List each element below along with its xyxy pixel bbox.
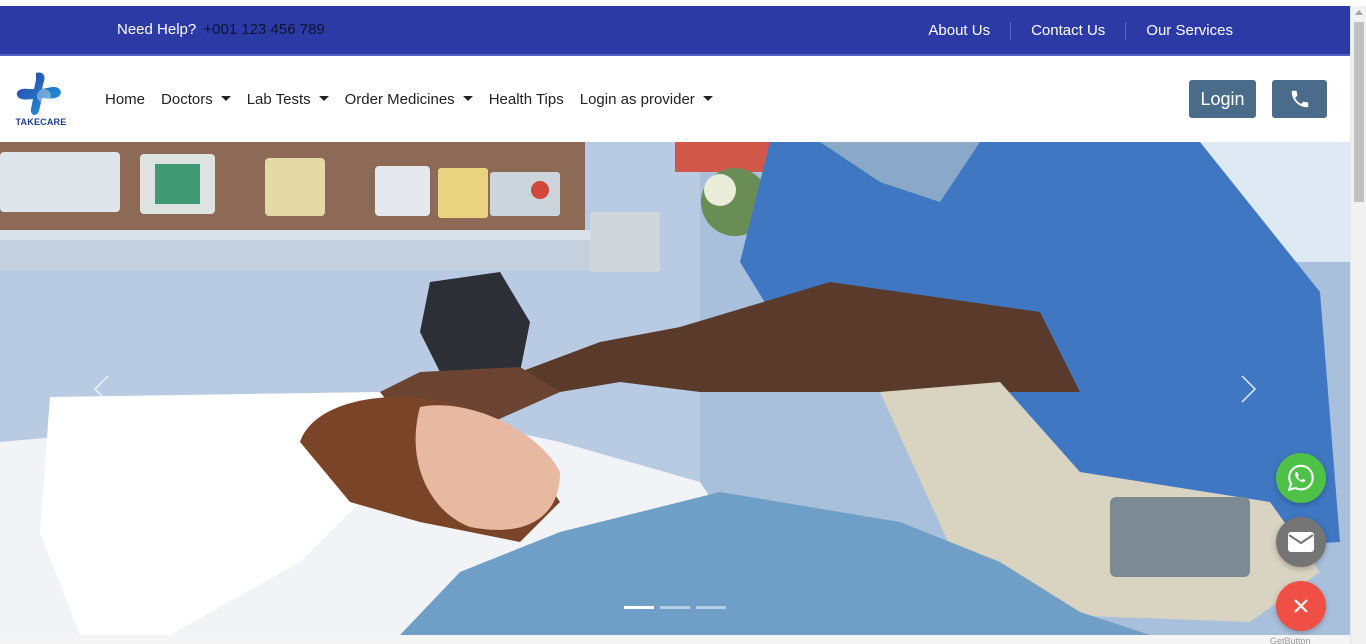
carousel-indicators — [624, 606, 732, 609]
nav-lab-tests-label: Lab Tests — [246, 91, 311, 108]
carousel-indicator-3[interactable] — [696, 606, 726, 609]
logo-cross-icon — [16, 72, 61, 115]
email-button[interactable] — [1276, 517, 1326, 567]
brand-name: TAKECARE — [15, 117, 67, 127]
about-us-link[interactable]: About Us — [908, 22, 1010, 40]
nav-home-label: Home — [105, 91, 146, 108]
nav-health-tips[interactable]: Health Tips — [489, 91, 564, 108]
nav-lab-tests[interactable]: Lab Tests — [247, 91, 329, 108]
primary-nav: Home Doctors Lab Tests Order Medicines H… — [105, 91, 729, 108]
phone-icon — [1291, 90, 1308, 108]
carousel-next-arrow-icon[interactable] — [1240, 374, 1258, 404]
getbutton-credit[interactable]: GetButton — [1270, 636, 1311, 644]
top-links: About Us Contact Us Our Services — [908, 22, 1233, 40]
call-button[interactable] — [1272, 80, 1327, 118]
close-floating-menu-button[interactable] — [1276, 581, 1326, 631]
nav-health-tips-label: Health Tips — [488, 91, 564, 108]
carousel-indicator-1[interactable] — [624, 606, 654, 609]
nav-order-medicines[interactable]: Order Medicines — [345, 91, 473, 108]
need-help-label: Need Help? — [117, 21, 197, 38]
nav-login-as-provider-label: Login as provider — [579, 91, 695, 108]
our-services-link[interactable]: Our Services — [1125, 22, 1233, 40]
page: Need Help? +001 123 456 789 About Us Con… — [0, 0, 1366, 644]
nav-order-medicines-label: Order Medicines — [344, 91, 455, 108]
need-help: Need Help? +001 123 456 789 — [117, 21, 325, 38]
scroll-up-arrow-icon[interactable] — [1355, 10, 1363, 15]
bottom-strip — [0, 635, 1350, 644]
top-info-bar: Need Help? +001 123 456 789 About Us Con… — [0, 6, 1350, 56]
carousel-prev-arrow-icon[interactable] — [92, 374, 110, 404]
caret-down-icon — [318, 96, 329, 101]
nav-doctors[interactable]: Doctors — [161, 91, 231, 108]
carousel-indicator-2[interactable] — [660, 606, 690, 609]
caret-down-icon — [702, 96, 713, 101]
main-navbar: TAKECARE Home Doctors Lab Tests Order Me… — [0, 56, 1350, 142]
caret-down-icon — [462, 96, 473, 101]
help-phone-number[interactable]: +001 123 456 789 — [203, 21, 324, 38]
nav-doctors-label: Doctors — [161, 91, 213, 108]
caret-down-icon — [220, 96, 231, 101]
nav-login-as-provider[interactable]: Login as provider — [580, 91, 713, 108]
mail-icon — [1288, 532, 1314, 552]
whatsapp-icon — [1287, 464, 1314, 492]
hero-slide-image — [0, 142, 1350, 635]
scroll-thumb[interactable] — [1354, 22, 1364, 202]
close-icon — [1294, 599, 1308, 613]
nav-home[interactable]: Home — [105, 91, 145, 108]
login-button[interactable]: Login — [1189, 80, 1256, 118]
hero-carousel — [0, 142, 1350, 635]
contact-us-link[interactable]: Contact Us — [1010, 22, 1125, 40]
takecare-logo[interactable]: TAKECARE — [14, 71, 68, 131]
whatsapp-button[interactable] — [1276, 453, 1326, 503]
page-scrollbar[interactable] — [1350, 6, 1366, 644]
